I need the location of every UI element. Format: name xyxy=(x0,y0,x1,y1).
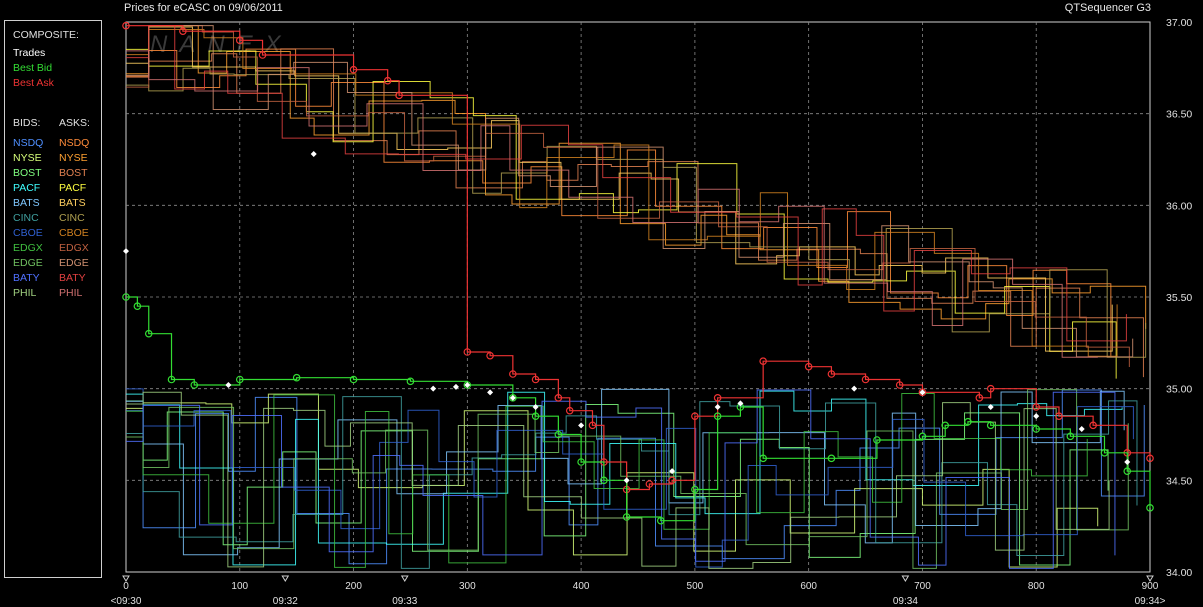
trades-point xyxy=(430,385,437,392)
y-tick-label: 34.00 xyxy=(1166,567,1192,579)
y-tick-label: 35.00 xyxy=(1166,384,1192,396)
time-label: 09:34> xyxy=(1135,596,1166,607)
trades-point xyxy=(225,382,232,388)
time-label: <09:30 xyxy=(111,596,142,607)
ask-line-pacf xyxy=(126,48,1117,379)
trades-point xyxy=(1078,426,1085,432)
time-label: 09:32 xyxy=(273,596,298,607)
x-tick-label: 0 xyxy=(123,581,129,592)
trades-point xyxy=(1033,413,1040,420)
x-tick-label: 200 xyxy=(345,581,362,592)
y-tick-label: 36.00 xyxy=(1166,200,1192,212)
y-tick-label: 36.50 xyxy=(1166,109,1192,121)
x-tick-label: 900 xyxy=(1142,581,1159,592)
x-tick-label: 800 xyxy=(1028,581,1045,592)
ask-line-cboe xyxy=(126,29,1118,357)
ask-line-baty xyxy=(126,25,1127,342)
x-tick-label: 300 xyxy=(459,581,476,592)
trades-point xyxy=(123,248,129,255)
trades-point xyxy=(1124,459,1131,465)
best-ask-line xyxy=(126,25,1151,491)
time-label: 09:33 xyxy=(392,596,417,607)
time-marker xyxy=(400,575,409,582)
y-tick-label: 35.50 xyxy=(1166,292,1192,304)
x-tick-label: 500 xyxy=(687,581,704,592)
trades-point xyxy=(578,422,585,429)
time-marker xyxy=(901,575,910,582)
trades-point xyxy=(532,404,539,410)
trades-point xyxy=(310,151,317,157)
x-tick-label: 700 xyxy=(914,581,931,592)
x-tick-label: 400 xyxy=(573,581,590,592)
ask-line-edge xyxy=(126,25,1134,358)
x-tick-label: 100 xyxy=(231,581,248,592)
price-chart: NANEX0 100 200 300 400 500 600 700 800 900<09:30 0… xyxy=(111,17,1193,607)
ask-line-phil xyxy=(126,50,1098,358)
trades-point xyxy=(851,385,858,392)
time-label: 09:34 xyxy=(893,596,918,607)
trades-point xyxy=(487,389,494,396)
time-marker xyxy=(281,575,290,582)
x-tick-label: 600 xyxy=(800,581,817,592)
y-tick-label: 34.50 xyxy=(1166,475,1192,487)
bid-line-bats xyxy=(126,388,1125,556)
trades-point xyxy=(714,404,721,410)
y-tick-label: 37.00 xyxy=(1166,17,1192,29)
ask-line-bats xyxy=(126,26,1113,352)
trades-point xyxy=(623,477,630,484)
